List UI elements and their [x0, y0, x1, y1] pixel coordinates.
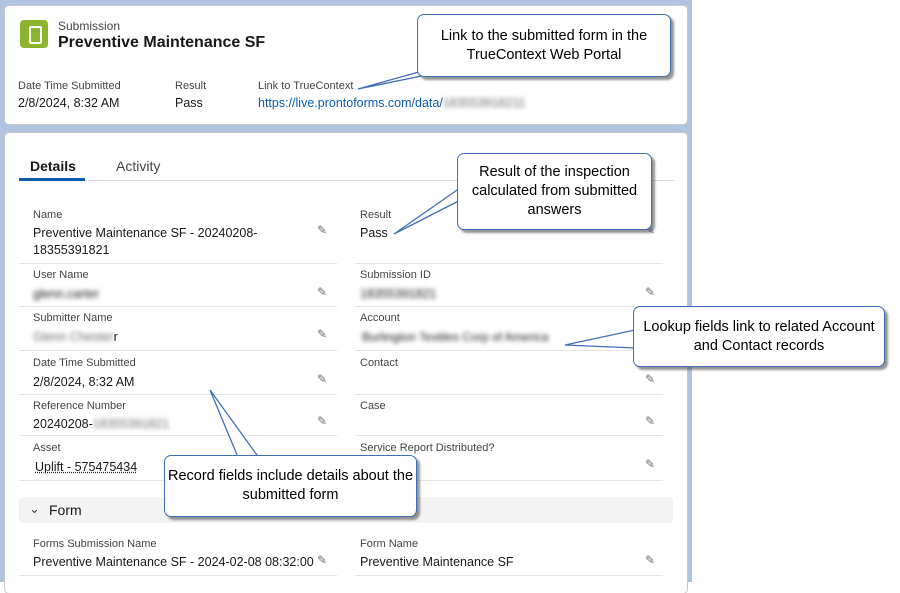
callout-link-text: Link to the submitted form in the TrueCo… [417, 14, 671, 77]
callout-record-text: Record fields include details about the … [164, 455, 417, 517]
callout-pointer-record [209, 389, 264, 463]
callout-pointers [209, 65, 636, 463]
callout-result-text: Result of the inspection calculated from… [457, 153, 652, 230]
callout-pointer-lookup [564, 329, 636, 349]
callout-lookup-text: Lookup fields link to related Account an… [633, 306, 885, 367]
